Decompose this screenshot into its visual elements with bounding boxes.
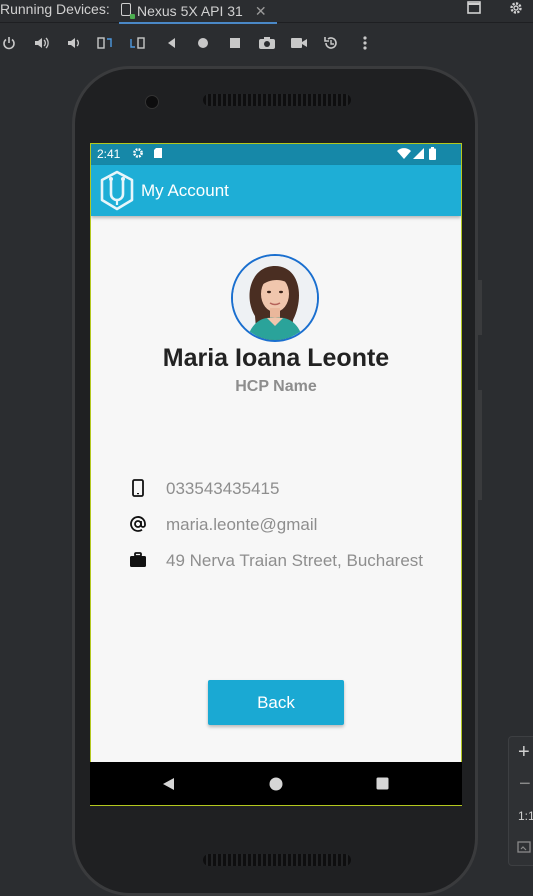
zoom-fit-icon[interactable] — [517, 841, 531, 853]
rotate-left-icon[interactable] — [96, 34, 114, 52]
battery-icon — [429, 147, 436, 163]
email-address: maria.leonte@gmail — [166, 515, 318, 534]
snapshot-icon[interactable] — [322, 34, 340, 52]
bottom-speaker — [203, 854, 351, 866]
app-bar: My Account — [91, 165, 461, 216]
volume-down-icon[interactable] — [64, 34, 82, 52]
record-icon[interactable] — [290, 34, 308, 52]
volume-rocker[interactable] — [477, 390, 482, 500]
side-button[interactable] — [477, 280, 482, 335]
overview-icon[interactable] — [226, 34, 244, 52]
device-tab[interactable]: Nexus 5X API 31 ✕ — [119, 0, 277, 24]
screenshot-icon[interactable] — [258, 34, 276, 52]
running-devices-bar: Running Devices: Nexus 5X API 31 ✕ — [0, 0, 533, 24]
front-camera — [145, 95, 159, 109]
nav-home-icon[interactable] — [269, 777, 283, 791]
nav-back-icon[interactable] — [161, 777, 175, 791]
more-icon[interactable] — [356, 34, 374, 52]
zoom-out-button[interactable]: − — [519, 773, 531, 796]
at-sign-icon — [130, 516, 146, 532]
device-icon — [121, 3, 135, 19]
back-icon[interactable] — [162, 34, 180, 52]
profile-role: HCP Name — [235, 378, 317, 395]
back-button[interactable]: Back — [208, 680, 344, 725]
top-speaker — [203, 94, 351, 106]
tab-close-icon[interactable]: ✕ — [255, 3, 267, 20]
sd-card-icon — [153, 147, 163, 162]
settings-gear-icon[interactable] — [508, 0, 524, 20]
nav-overview-icon[interactable] — [376, 777, 389, 790]
rotate-right-icon[interactable] — [128, 34, 146, 52]
wifi-icon — [397, 148, 411, 162]
zoom-actual-size-button[interactable]: 1:1 — [518, 809, 533, 823]
status-time: 2:41 — [97, 147, 121, 161]
profile-name: Maria Ioana Leonte — [162, 344, 390, 372]
signal-icon — [413, 148, 424, 162]
power-icon[interactable] — [0, 34, 18, 52]
device-screen: 2:41 My Account Maria Ioana Leonte HCP N… — [90, 143, 462, 806]
street-address: 49 Nerva Traian Street, Bucharest — [166, 551, 424, 570]
briefcase-icon — [130, 552, 146, 567]
device-tab-label: Nexus 5X API 31 — [137, 3, 243, 19]
home-icon[interactable] — [194, 34, 212, 52]
running-devices-label: Running Devices: — [0, 1, 110, 17]
window-restore-icon[interactable] — [466, 0, 482, 20]
page-title: My Account — [141, 181, 229, 200]
zoom-controls: + − 1:1 — [508, 736, 533, 866]
volume-up-icon[interactable] — [32, 34, 50, 52]
zoom-in-button[interactable]: + — [518, 741, 530, 764]
phone-number: 033543435415 — [166, 479, 280, 498]
phone-icon — [132, 479, 144, 497]
status-bar: 2:41 — [91, 144, 461, 165]
android-nav-bar — [90, 762, 462, 805]
settings-notification-icon — [132, 147, 144, 162]
profile-avatar — [231, 254, 319, 342]
app-logo-icon — [100, 170, 134, 211]
emulator-toolbar — [0, 30, 533, 56]
